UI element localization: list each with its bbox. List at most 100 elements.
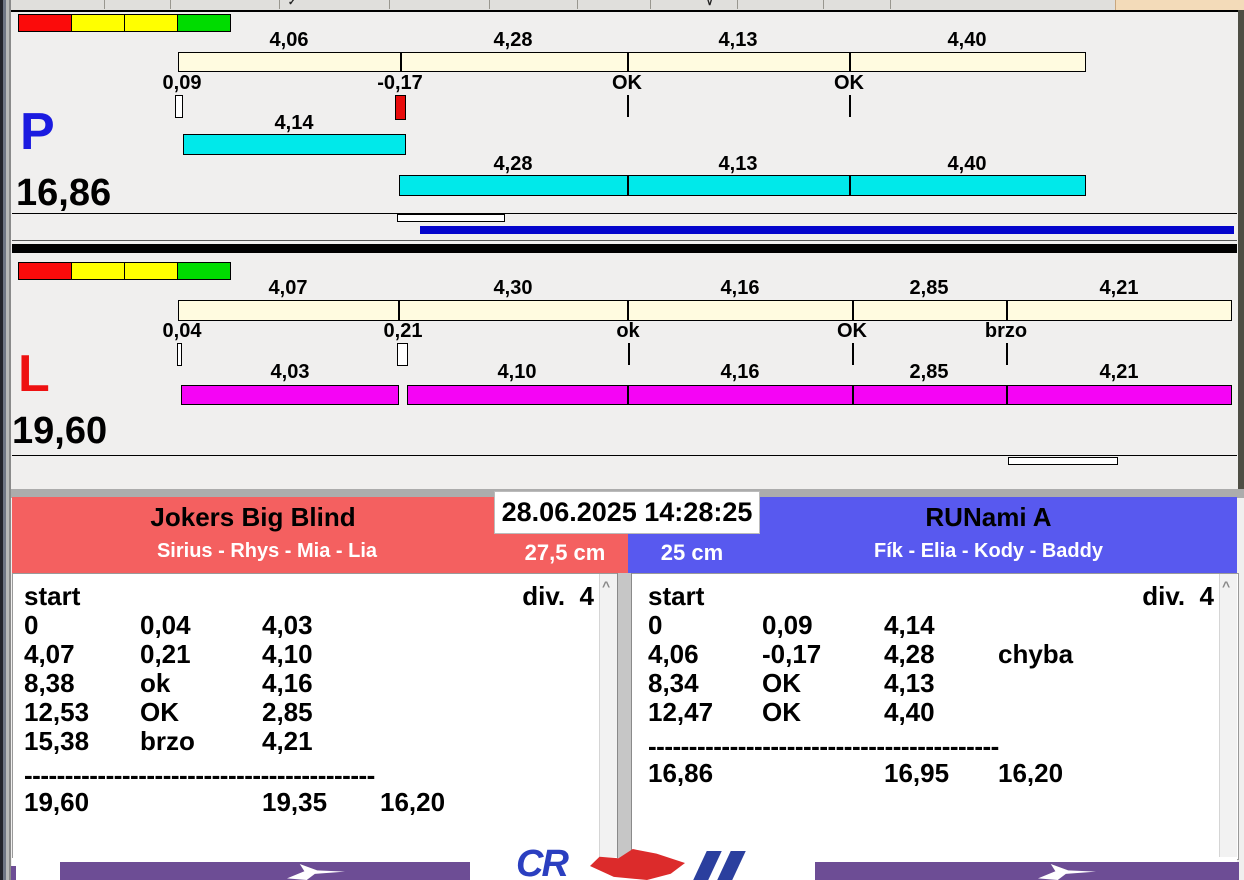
mark-tick — [852, 343, 854, 365]
cr-logo-text: CR — [516, 843, 569, 880]
scrollbar-left-table[interactable] — [599, 574, 617, 857]
bar-divider — [852, 385, 854, 405]
panel-divider — [12, 244, 1237, 253]
split-time-label: 4,40 — [947, 153, 987, 175]
bar-divider — [627, 52, 629, 72]
split-time-label: 4,21 — [1099, 277, 1139, 299]
bar-divider — [627, 300, 629, 321]
split-time-label: 4,21 — [1099, 361, 1139, 383]
change-time-label: -0,17 — [377, 72, 423, 94]
toolbar-separator — [104, 0, 105, 9]
status-square — [124, 14, 178, 32]
change-time-label: OK — [837, 320, 867, 342]
status-square — [71, 262, 125, 280]
toolbar: ✓ ∨ — [11, 0, 1115, 10]
p-split-bar — [183, 134, 406, 155]
bar-divider — [1006, 385, 1008, 405]
change-time-label: brzo — [984, 320, 1028, 342]
split-time-label: 4,07 — [268, 277, 308, 299]
p-split-bar — [178, 52, 1086, 72]
split-time-label: 4,03 — [270, 361, 310, 383]
team-dogs-right: Fík - Elia - Kody - Baddy — [874, 540, 1103, 562]
status-square — [177, 262, 231, 280]
status-square — [177, 14, 231, 32]
mark-tick — [1006, 343, 1008, 365]
toolbar-separator — [650, 0, 651, 9]
window-right-edge — [1238, 10, 1244, 489]
mark-box-white — [177, 343, 182, 366]
toolbar-separator — [737, 0, 738, 9]
scroll-up-icon[interactable]: ^ — [1222, 579, 1230, 593]
l-split-bar — [178, 300, 1232, 321]
mark-tick — [849, 95, 851, 117]
split-time-label: 4,16 — [720, 361, 760, 383]
change-time-label: 0,21 — [383, 320, 423, 342]
indicator-box — [1008, 457, 1118, 465]
datetime-display: 28.06.2025 14:28:25 — [494, 491, 760, 534]
split-time-label: 4,14 — [274, 112, 314, 134]
mark-tick — [627, 95, 629, 117]
split-time-label: 4,28 — [493, 29, 533, 51]
mark-box-white — [397, 343, 408, 366]
split-time-label: 4,16 — [720, 277, 760, 299]
panel-l-strip-line — [12, 455, 1237, 456]
results-table-right[interactable] — [630, 573, 1239, 860]
split-time-label: 4,13 — [718, 153, 758, 175]
toolbar-separator — [823, 0, 824, 9]
toolbar-separator — [890, 0, 891, 9]
split-time-label: 4,28 — [493, 153, 533, 175]
l-split-bar — [407, 385, 1232, 405]
split-time-label: 4,40 — [947, 29, 987, 51]
timing-app-window: ✓ ∨ P 16,86 L 19,60 Jokers Big Blind Sir… — [0, 0, 1244, 880]
bar-divider — [849, 175, 851, 196]
split-time-label: 4,06 — [269, 29, 309, 51]
bar-divider — [627, 175, 629, 196]
status-square — [18, 262, 72, 280]
bar-divider — [398, 300, 400, 321]
change-time-label: OK — [612, 72, 642, 94]
check-icon[interactable]: ✓ — [288, 0, 296, 8]
lane-letter-l: L — [18, 345, 50, 403]
toolbar-separator — [170, 0, 171, 9]
scroll-up-icon[interactable]: ^ — [602, 579, 610, 593]
footer-banner-right — [815, 862, 1239, 880]
window-left-edge — [0, 0, 11, 880]
bar-divider — [852, 300, 854, 321]
change-time-label: 0,04 — [162, 320, 202, 342]
mark-tick — [628, 343, 630, 365]
side-panel — [1115, 0, 1244, 10]
lane-letter-p: P — [20, 103, 55, 161]
team-dogs-left: Sirius - Rhys - Mia - Lia — [156, 540, 378, 562]
toolbar-separator — [389, 0, 390, 9]
table-divider — [617, 573, 632, 862]
mark-box-red — [395, 95, 406, 120]
status-square — [18, 14, 72, 32]
l-split-bar — [181, 385, 399, 405]
team-name-right: RUNami A — [925, 502, 1052, 532]
footer-banner-left — [60, 862, 470, 880]
lane-total-time-p: 16,86 — [16, 172, 112, 214]
divider — [11, 10, 1244, 12]
status-square — [124, 262, 178, 280]
change-time-label: ok — [616, 320, 640, 342]
panel-p-progress-strip — [12, 213, 1237, 241]
change-time-label: 0,09 — [162, 72, 202, 94]
split-time-label: 4,10 — [497, 361, 537, 383]
toolbar-separator — [577, 0, 578, 9]
bar-divider — [400, 52, 402, 72]
change-time-label: OK — [834, 72, 864, 94]
toolbar-separator — [489, 0, 490, 9]
chevron-down-icon[interactable]: ∨ — [706, 0, 713, 8]
split-time-label: 2,85 — [909, 361, 949, 383]
scrollbar-right-table[interactable] — [1219, 574, 1237, 857]
mark-box-white — [175, 95, 183, 118]
results-table-left[interactable] — [12, 573, 619, 860]
bar-divider — [1006, 300, 1008, 321]
split-time-label: 4,30 — [493, 277, 533, 299]
status-square — [71, 14, 125, 32]
split-time-label: 4,13 — [718, 29, 758, 51]
team-name-left: Jokers Big Blind — [150, 502, 356, 532]
toolbar-separator — [279, 0, 280, 9]
bar-divider — [627, 385, 629, 405]
lane-total-time-l: 19,60 — [12, 410, 108, 452]
